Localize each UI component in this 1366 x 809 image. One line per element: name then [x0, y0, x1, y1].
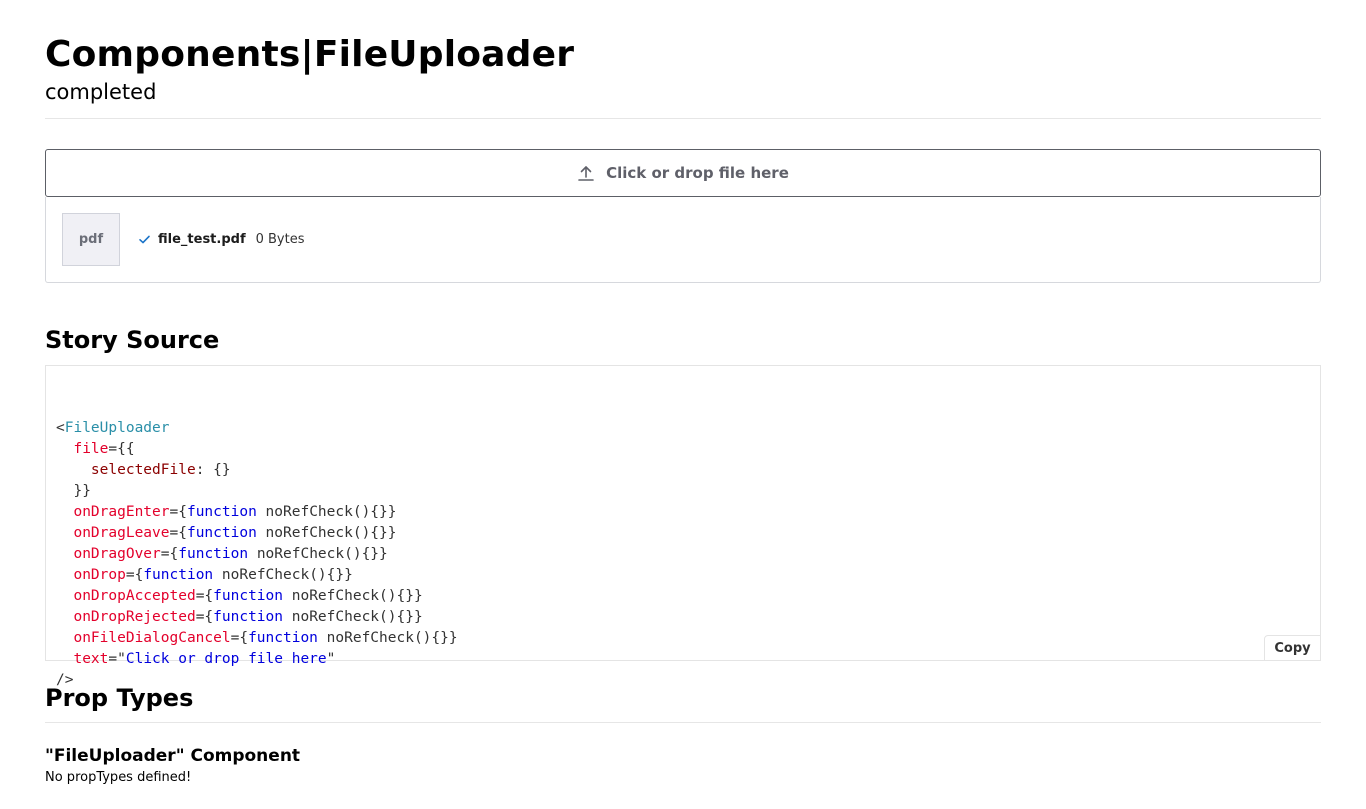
code-token: ={ [160, 546, 179, 562]
code-line: onDragEnter={function noRefCheck(){}} [56, 502, 1310, 523]
code-token: : {} [195, 462, 231, 478]
code-token: ={ [169, 525, 187, 541]
code-line: selectedFile: {} [56, 460, 1310, 481]
code-token: onDragOver [73, 546, 161, 562]
code-token: Click or drop file here [125, 651, 327, 667]
code-lines: <FileUploader file={{ selectedFile: {} }… [56, 418, 1310, 691]
file-thumbnail: pdf [62, 213, 120, 266]
code-token: noRefCheck(){}} [283, 588, 423, 604]
code-token: function [213, 609, 283, 625]
file-item: file_test.pdf 0 Bytes [138, 232, 305, 247]
code-token: function [178, 546, 249, 562]
check-icon [138, 233, 151, 246]
code-token: FileUploader [64, 420, 170, 436]
code-line: text="Click or drop file here" [56, 649, 1310, 670]
code-token: onDropAccepted [73, 588, 196, 604]
code-token: }} [56, 483, 91, 499]
file-list: pdf file_test.pdf 0 Bytes [45, 197, 1321, 283]
code-token: =" [108, 651, 126, 667]
code-token: onFileDialogCancel [73, 630, 231, 646]
story-source-title: Story Source [45, 326, 220, 354]
page-subtitle: completed [45, 80, 157, 104]
code-line: onFileDialogCancel={function noRefCheck(… [56, 628, 1310, 649]
code-line: onDragOver={function noRefCheck(){}} [56, 544, 1310, 565]
code-line: onDrop={function noRefCheck(){}} [56, 565, 1310, 586]
code-token: " [326, 651, 336, 667]
code-token: noRefCheck(){}} [256, 504, 397, 520]
code-line: }} [56, 481, 1310, 502]
code-token: function [213, 588, 283, 604]
code-line: file={{ [56, 439, 1310, 460]
code-token: selectedFile [90, 462, 196, 478]
page-title: Components|FileUploader [45, 34, 575, 75]
code-token: noRefCheck(){}} [283, 609, 423, 625]
copy-button[interactable]: Copy [1264, 635, 1321, 661]
code-token: noRefCheck(){}} [256, 525, 397, 541]
header: Components|FileUploader completed [45, 0, 1321, 119]
code-token: function [143, 567, 214, 583]
file-uploader: Click or drop file here pdf file_test.pd… [45, 149, 1321, 283]
code-token: noRefCheck(){}} [317, 630, 458, 646]
code-token: ={ [125, 567, 144, 583]
code-token: file [73, 441, 109, 457]
code-token: onDrop [73, 567, 126, 583]
story-source-code: <FileUploader file={{ selectedFile: {} }… [45, 365, 1321, 688]
code-line: /> [56, 670, 1310, 691]
file-size: 0 Bytes [255, 232, 305, 247]
code-token: noRefCheck(){}} [213, 567, 353, 583]
file-name: file_test.pdf [158, 232, 246, 247]
code-token: /> [56, 672, 74, 688]
code-line: onDropRejected={function noRefCheck(){}} [56, 607, 1310, 628]
code-token: ={{ [108, 441, 135, 457]
code-token: ={ [230, 630, 249, 646]
code-token: ={ [169, 504, 187, 520]
code-token: function [248, 630, 318, 646]
code-line: <FileUploader [56, 418, 1310, 439]
code-token: < [56, 420, 65, 436]
dropzone-text: Click or drop file here [606, 164, 789, 182]
header-divider [45, 118, 1321, 119]
code-line: onDragLeave={function noRefCheck(){}} [56, 523, 1310, 544]
code-line: onDropAccepted={function noRefCheck(){}} [56, 586, 1310, 607]
code-token: onDropRejected [73, 609, 196, 625]
dropzone-button[interactable]: Click or drop file here [45, 149, 1321, 197]
code-token: onDragLeave [73, 525, 170, 541]
code-token: onDragEnter [73, 504, 170, 520]
upload-icon [577, 164, 595, 182]
code-token: ={ [195, 588, 214, 604]
code-token: function [186, 525, 257, 541]
story-page: Components|FileUploader completed Click … [0, 0, 1366, 787]
code-token: function [186, 504, 257, 520]
no-prop-types-message: No propTypes defined! [45, 770, 192, 785]
code-token: text [73, 651, 109, 667]
code-token: noRefCheck(){}} [248, 546, 388, 562]
code-token: ={ [195, 609, 214, 625]
